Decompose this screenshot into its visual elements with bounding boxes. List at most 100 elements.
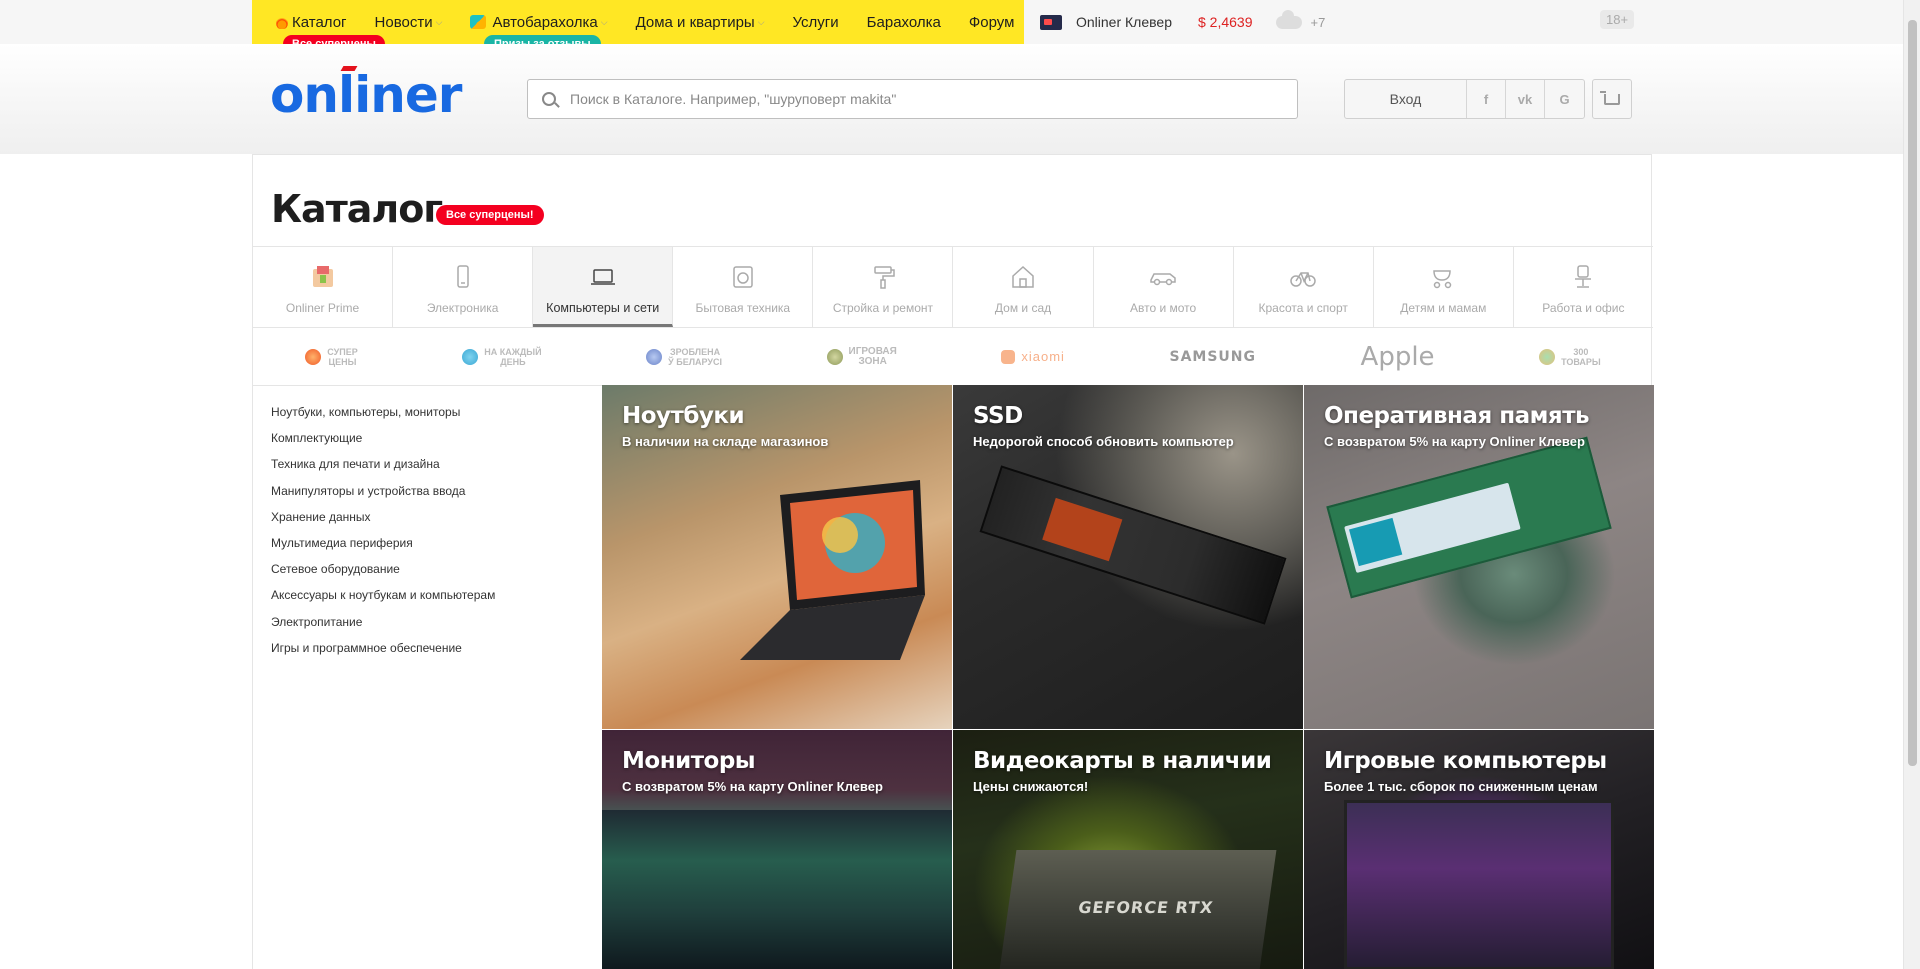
logo-accent: [340, 66, 358, 71]
tile-subtitle: С возвратом 5% на карту Onliner Клевер: [622, 779, 883, 794]
tile-ram[interactable]: Оперативная память С возвратом 5% на кар…: [1304, 385, 1654, 729]
brand-text: 300 ТОВАРЫ: [1561, 346, 1601, 367]
tab-beauty-sport[interactable]: Красота и спорт: [1234, 247, 1374, 327]
ram-illustration: [1326, 436, 1612, 599]
topnav-services[interactable]: Услуги: [793, 14, 839, 31]
brand-gaming-zone[interactable]: ИГРОВАЯ ЗОНА: [826, 346, 897, 367]
ornament-icon: [646, 348, 663, 365]
tile-laptops[interactable]: Ноутбуки В наличии на складе магазинов: [602, 385, 952, 729]
sidemenu-item[interactable]: Сетевое оборудование: [271, 556, 591, 582]
tab-home-garden[interactable]: Дом и сад: [953, 247, 1094, 327]
roller-icon: [869, 263, 897, 291]
tab-label: Дом и сад: [994, 301, 1052, 315]
scrollbar-thumb[interactable]: [1908, 20, 1917, 766]
login-button[interactable]: Вход: [1345, 80, 1467, 118]
topnav-autobaraholka[interactable]: Автобарахолка ⌵: [470, 13, 608, 31]
tab-computers[interactable]: Компьютеры и сети: [533, 247, 674, 327]
brand-super-prices[interactable]: СУПЕР ЦЕНЫ: [305, 346, 358, 367]
tile-subtitle: Недорогой способ обновить компьютер: [973, 434, 1234, 449]
tab-label: Детям и мамам: [1400, 301, 1487, 315]
brand-text: НА КАЖДЫЙ ДЕНЬ: [484, 346, 542, 367]
google-icon[interactable]: G: [1545, 80, 1584, 118]
top-right-info: Onliner Клевер $ 2,4639 +7: [1040, 0, 1325, 44]
sidemenu-item[interactable]: Электропитание: [271, 609, 591, 635]
sidemenu-item[interactable]: Мультимедиа периферия: [271, 530, 591, 556]
tile-title: Оперативная память: [1324, 403, 1590, 429]
tab-label: Стройка и ремонт: [832, 301, 933, 315]
fire-icon: [276, 15, 288, 29]
topnav-realty[interactable]: Дома и квартиры ⌵: [636, 14, 765, 31]
vk-icon[interactable]: vk: [1506, 80, 1545, 118]
topnav-catalog-label: Каталог: [292, 13, 347, 31]
tab-label: Бытовая техника: [695, 301, 791, 315]
brand-made-in-belarus[interactable]: ЗРОБЛЕНА Ў БЕЛАРУСІ: [646, 347, 722, 367]
tab-work-office[interactable]: Работа и офис: [1514, 247, 1653, 327]
tile-gpus[interactable]: GEFORCE RTX Видеокарты в наличии Цены сн…: [953, 730, 1303, 969]
sidemenu-item[interactable]: Ноутбуки, компьютеры, мониторы: [271, 399, 591, 425]
sidemenu-item[interactable]: Техника для печати и дизайна: [271, 451, 591, 477]
tile-subtitle: Более 1 тыс. сборок по сниженным ценам: [1324, 779, 1598, 794]
xiaomi-logo-icon: [1001, 349, 1016, 364]
washer-icon: [729, 263, 757, 291]
catalog-tabs: Onliner Prime Электроника Компьютеры и с…: [253, 246, 1653, 328]
tile-gaming-pcs[interactable]: Игровые компьютеры Более 1 тыс. сборок п…: [1304, 730, 1654, 969]
top-bar: Каталог Новости ⌵ Автобарахолка ⌵ Дома и…: [0, 0, 1920, 53]
currency-rate[interactable]: $ 2,4639: [1198, 14, 1253, 30]
tile-ssd[interactable]: SSD Недорогой способ обновить компьютер: [953, 385, 1303, 729]
brand-text: ЗРОБЛЕНА Ў БЕЛАРУСІ: [668, 346, 722, 367]
topnav-baraholka[interactable]: Барахолка: [867, 14, 941, 31]
topnav-autobaraholka-label: Автобарахолка: [492, 13, 598, 31]
super-prices-title-badge[interactable]: Все суперцены!: [436, 205, 544, 225]
brand-everyday[interactable]: НА КАЖДЫЙ ДЕНЬ: [462, 346, 542, 367]
tab-electronics[interactable]: Электроника: [393, 247, 534, 327]
chevron-down-icon: ⌵: [435, 16, 443, 27]
brand-samsung[interactable]: SAMSUNG: [1169, 348, 1256, 365]
tab-onliner-prime[interactable]: Onliner Prime: [253, 247, 394, 327]
tile-title: Мониторы: [622, 748, 756, 774]
page-scrollbar[interactable]: [1903, 0, 1920, 969]
category-sidemenu: Ноутбуки, компьютеры, мониторы Комплекту…: [271, 399, 591, 661]
tab-kids-moms[interactable]: Детям и мамам: [1374, 247, 1514, 327]
sidemenu-item[interactable]: Игры и программное обеспечение: [271, 635, 591, 661]
brand-300-goods[interactable]: 300 ТОВАРЫ: [1539, 347, 1601, 367]
brand-text: SAMSUNG: [1169, 348, 1256, 365]
topnav-forum[interactable]: Форум: [969, 14, 1015, 31]
car-icon: [1149, 263, 1177, 291]
flame-icon: [305, 348, 322, 365]
tile-title: Ноутбуки: [622, 403, 745, 429]
facebook-icon[interactable]: f: [1467, 80, 1506, 118]
topnav-catalog[interactable]: Каталог: [276, 14, 347, 31]
age-restriction-badge: 18+: [1600, 10, 1635, 29]
topnav-realty-label: Дома и квартиры: [635, 13, 755, 31]
tile-title: SSD: [973, 403, 1023, 429]
tile-subtitle: В наличии на складе магазинов: [622, 434, 829, 449]
sidemenu-item[interactable]: Аксессуары к ноутбукам и компьютерам: [271, 582, 591, 608]
klever-link[interactable]: Onliner Клевер: [1076, 14, 1172, 30]
tab-home-appliances[interactable]: Бытовая техника: [673, 247, 814, 327]
sidemenu-item[interactable]: Хранение данных: [271, 504, 591, 530]
tab-construction[interactable]: Стройка и ремонт: [813, 247, 954, 327]
box-icon: [1539, 348, 1556, 365]
sidemenu-item[interactable]: Манипуляторы и устройства ввода: [271, 478, 591, 504]
search-input[interactable]: [570, 91, 1250, 107]
brand-text: СУПЕР ЦЕНЫ: [327, 346, 358, 367]
brand-xiaomi[interactable]: xiaomi: [1001, 349, 1065, 364]
cart-icon: [1600, 90, 1620, 105]
onliner-logo[interactable]: onliner: [270, 66, 462, 124]
sidemenu-item[interactable]: Комплектующие: [271, 425, 591, 451]
brand-apple[interactable]: Apple: [1361, 344, 1435, 370]
topnav-news[interactable]: Новости ⌵: [375, 14, 443, 31]
tab-label: Onliner Prime: [285, 301, 360, 315]
search-bar[interactable]: [527, 79, 1298, 119]
tab-auto-moto[interactable]: Авто и мото: [1094, 247, 1234, 327]
flag-icon: [470, 15, 487, 29]
auth-group: Вход f vk G: [1344, 79, 1585, 119]
temperature[interactable]: +7: [1310, 15, 1325, 30]
top-navigation: Каталог Новости ⌵ Автобарахолка ⌵ Дома и…: [276, 0, 1042, 44]
search-icon: [542, 92, 556, 106]
topnav-news-label: Новости: [374, 13, 433, 31]
tile-monitors[interactable]: Мониторы С возвратом 5% на карту Onliner…: [602, 730, 952, 969]
cart-button[interactable]: [1592, 79, 1632, 119]
tile-title: Видеокарты в наличии: [973, 748, 1272, 774]
page-title: Каталог: [271, 187, 443, 231]
